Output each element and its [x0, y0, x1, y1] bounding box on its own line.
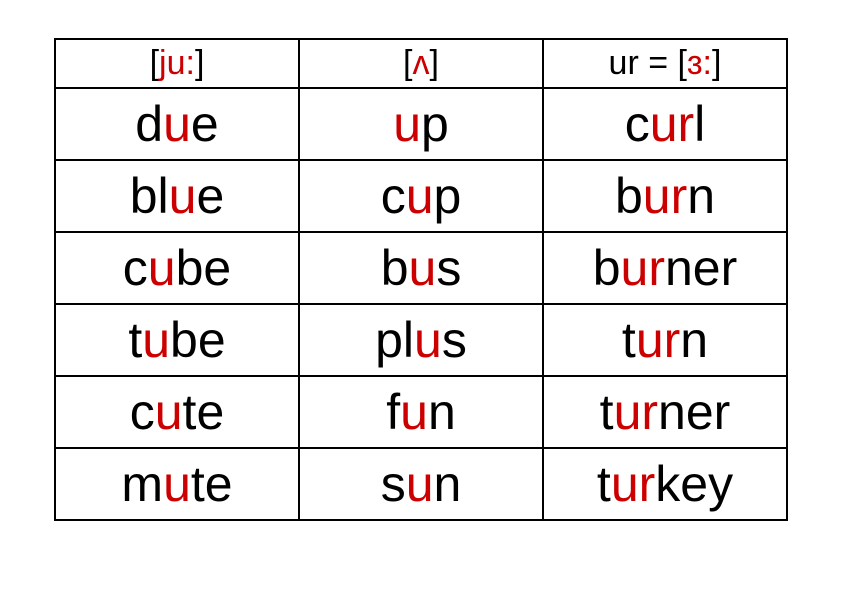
- word-cell: fun: [299, 376, 543, 448]
- table-row: cube bus burner: [55, 232, 787, 304]
- word-cell: curl: [543, 88, 787, 160]
- table-row: mute sun turkey: [55, 448, 787, 520]
- phonics-table: [ju:] [ʌ] ur = [ɜ:] due up curl blue cup…: [54, 38, 788, 521]
- table-row: cute fun turner: [55, 376, 787, 448]
- table-body: due up curl blue cup burn cube bus burne…: [55, 88, 787, 520]
- word-cell: cute: [55, 376, 299, 448]
- word-cell: turn: [543, 304, 787, 376]
- table-row: blue cup burn: [55, 160, 787, 232]
- word-cell: burner: [543, 232, 787, 304]
- word-cell: cube: [55, 232, 299, 304]
- word-cell: cup: [299, 160, 543, 232]
- header-row: [ju:] [ʌ] ur = [ɜ:]: [55, 39, 787, 88]
- word-cell: due: [55, 88, 299, 160]
- header-cell-3: ur = [ɜ:]: [543, 39, 787, 88]
- table-row: due up curl: [55, 88, 787, 160]
- header-cell-2: [ʌ]: [299, 39, 543, 88]
- word-cell: plus: [299, 304, 543, 376]
- word-cell: burn: [543, 160, 787, 232]
- word-cell: sun: [299, 448, 543, 520]
- word-cell: blue: [55, 160, 299, 232]
- word-cell: tube: [55, 304, 299, 376]
- table-row: tube plus turn: [55, 304, 787, 376]
- word-cell: bus: [299, 232, 543, 304]
- word-cell: up: [299, 88, 543, 160]
- word-cell: turkey: [543, 448, 787, 520]
- word-cell: mute: [55, 448, 299, 520]
- word-cell: turner: [543, 376, 787, 448]
- header-cell-1: [ju:]: [55, 39, 299, 88]
